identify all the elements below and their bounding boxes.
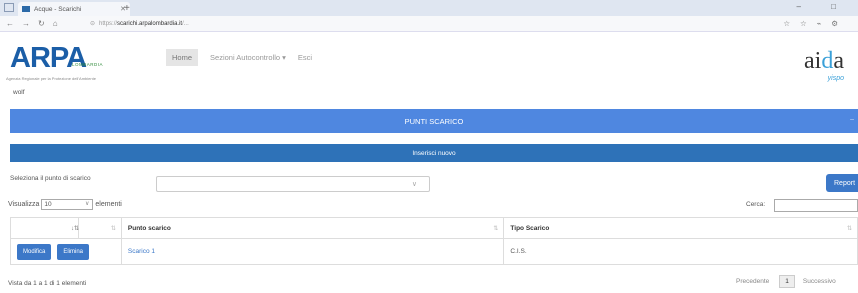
- column-header-actions-2[interactable]: ⇅: [77, 217, 122, 239]
- aida-subtitle: yispo: [827, 75, 844, 82]
- caret-down-icon: ▾: [282, 52, 286, 62]
- app-header: ARPA LOMBARDIA Agenzia Regionale per la …: [0, 32, 858, 98]
- chevron-down-icon: ∨: [84, 201, 90, 207]
- menu-home[interactable]: Home: [166, 48, 199, 66]
- collapse-icon[interactable]: –: [850, 116, 854, 123]
- report-label: Report: [834, 179, 856, 187]
- chevron-down-icon: ∨: [411, 181, 417, 188]
- table-info: Vista da 1 a 1 di 1 elementi: [8, 280, 87, 287]
- address-bar-row: ←→↻⌂ ⊝ https://scarichi.arpalombardia.it…: [0, 16, 858, 32]
- previous-button[interactable]: Precedente: [736, 278, 769, 285]
- sort-icon: ⇅: [846, 226, 852, 232]
- punto-scarico-cell: Scarico 1: [120, 238, 505, 265]
- browser-tab[interactable]: Acque - Scarichi ✕: [18, 2, 130, 16]
- show-label: Visualizza: [8, 201, 40, 208]
- url-host: scarichi.arpalombardia.it: [117, 20, 183, 27]
- url-field[interactable]: ⊝ https://scarichi.arpalombardia.it /...: [86, 18, 783, 29]
- panel-title-bar: PUNTI SCARICO –: [10, 109, 858, 133]
- username: wolf: [13, 89, 25, 96]
- search-label: Cerca:: [746, 201, 766, 208]
- panel-title: PUNTI SCARICO: [404, 116, 464, 126]
- page-length-select[interactable]: 10 ∨: [41, 199, 94, 210]
- column-header-punto-scarico[interactable]: Punto scarico ⇅: [120, 217, 505, 239]
- url-path: /...: [182, 20, 189, 27]
- new-tab-button[interactable]: +: [124, 3, 130, 14]
- browser-toolbar-icons[interactable]: ☆☆⌁⚙: [783, 19, 858, 28]
- tipo-scarico-cell: C.I.S.: [503, 238, 858, 265]
- aida-logo-d: d: [821, 48, 834, 74]
- elements-label: elementi: [95, 201, 122, 208]
- tab-title: Acque - Scarichi: [34, 5, 82, 13]
- next-button[interactable]: Successivo: [803, 278, 836, 285]
- favicon-icon: [22, 6, 30, 12]
- aida-logo-left: ai: [804, 48, 822, 74]
- insert-new-label: Inserisci nuovo: [412, 149, 456, 157]
- table-row: Modifica Elimina Scarico 1 C.I.S.: [10, 238, 858, 265]
- delete-button[interactable]: Elimina: [57, 243, 90, 260]
- logo-text: ARPA: [10, 42, 87, 74]
- window-controls[interactable]: – □: [796, 2, 850, 11]
- pagination: Precedente 1 Successivo: [736, 275, 836, 288]
- lock-icon: ⊝: [90, 21, 96, 27]
- points-table: ↓⇅ ⇅ Punto scarico ⇅ Tipo Scarico ⇅ Modi…: [10, 217, 858, 265]
- aida-logo-right: a: [833, 48, 844, 74]
- logo-region: LOMBARDIA: [72, 62, 104, 67]
- menu-esci[interactable]: Esci: [298, 53, 312, 62]
- edit-button[interactable]: Modifica: [17, 243, 52, 260]
- table-header-row: ↓⇅ ⇅ Punto scarico ⇅ Tipo Scarico ⇅: [10, 217, 858, 239]
- report-button[interactable]: Report: [826, 174, 858, 192]
- select-point-label: Seleziona il punto di scarico: [10, 175, 91, 182]
- browser-tab-bar: Acque - Scarichi ✕ + – □: [0, 0, 858, 16]
- column-header-actions[interactable]: ↓⇅: [10, 217, 79, 239]
- logo-subtitle: Agenzia Regionale per la Protezione dell…: [6, 76, 96, 81]
- menu-sezioni-label: Sezioni Autocontrollo: [210, 52, 281, 62]
- page-length-control: Visualizza 10 ∨ elementi: [8, 199, 122, 210]
- sort-icon: ⇅: [110, 226, 116, 232]
- select-point-dropdown[interactable]: ∨: [156, 176, 430, 192]
- sort-icon: ⇅: [493, 226, 499, 232]
- menu-sezioni-autocontrollo[interactable]: Sezioni Autocontrollo ▾: [210, 53, 286, 62]
- arpa-logo[interactable]: ARPA LOMBARDIA Agenzia Regionale per la …: [6, 40, 136, 88]
- tab-actions-icon[interactable]: [4, 3, 14, 12]
- page-button-1[interactable]: 1: [779, 275, 795, 288]
- page-length-value: 10: [44, 201, 52, 208]
- aida-logo: aida: [804, 48, 844, 75]
- navigation-icons[interactable]: ←→↻⌂: [0, 19, 86, 28]
- row-actions-cell: Modifica Elimina: [10, 238, 122, 265]
- main-menu: Home Sezioni Autocontrollo ▾ Esci: [166, 47, 312, 67]
- insert-new-button[interactable]: Inserisci nuovo: [10, 144, 858, 162]
- search-input[interactable]: [774, 199, 858, 212]
- column-header-tipo-scarico[interactable]: Tipo Scarico ⇅: [503, 217, 858, 239]
- punto-scarico-link[interactable]: Scarico 1: [128, 248, 155, 255]
